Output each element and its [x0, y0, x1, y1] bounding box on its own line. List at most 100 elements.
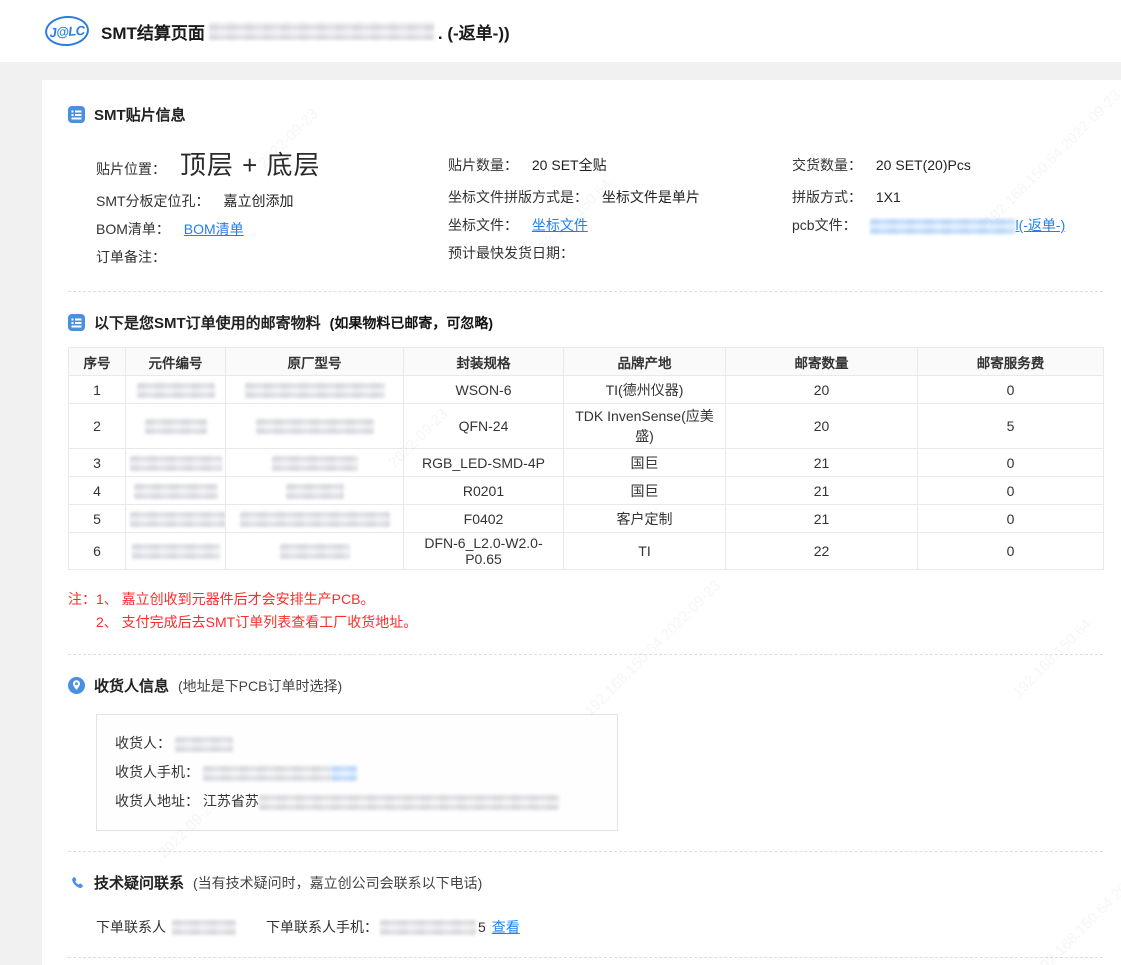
redacted-mpn — [272, 456, 358, 471]
page-title-suffix: . (-返单-)) — [438, 19, 510, 44]
smt-qty-label: 贴片数量： — [448, 157, 518, 173]
cell-mpn — [226, 449, 404, 477]
cell-fee: 0 — [918, 533, 1104, 570]
col-header-mpn: 原厂型号 — [226, 348, 404, 376]
cell-index: 4 — [69, 477, 126, 505]
panel-mode-label: 拼版方式： — [792, 189, 862, 205]
cell-brand: TDK InvenSense(应美盛) — [564, 404, 726, 449]
contact-line: 下单联系人 下单联系人手机： 5 查看 — [96, 917, 1103, 937]
table-row: 1 WSON-6 TI(德州仪器) 20 0 — [69, 376, 1104, 404]
cell-package: DFN-6_L2.0-W2.0-P0.65 — [404, 533, 564, 570]
redacted-mpn — [245, 383, 385, 398]
coord-file-link[interactable]: 坐标文件 — [532, 217, 588, 233]
delivery-qty-label: 交货数量： — [792, 157, 862, 173]
cell-package: R0201 — [404, 477, 564, 505]
cell-partno — [126, 404, 226, 449]
cell-qty: 20 — [726, 376, 918, 404]
materials-title-note: (如果物料已邮寄，可忽略) — [330, 313, 493, 333]
redacted-order-name — [209, 22, 434, 40]
cell-qty: 22 — [726, 533, 918, 570]
red-notes: 注： 1、 嘉立创收到元器件后才会安排生产PCB。 2、 支付完成后去SMT订单… — [68, 588, 1103, 634]
cell-qty: 21 — [726, 477, 918, 505]
table-row: 3 RGB_LED-SMD-4P 国巨 21 0 — [69, 449, 1104, 477]
pcb-file-label: pcb文件： — [792, 217, 857, 233]
cell-index: 1 — [69, 376, 126, 404]
bom-list-link[interactable]: BOM清单 — [184, 221, 244, 237]
materials-header: 以下是您SMT订单使用的邮寄物料 (如果物料已邮寄，可忽略) — [68, 312, 1103, 333]
cell-fee: 5 — [918, 404, 1104, 449]
cell-brand: 客户定制 — [564, 505, 726, 533]
cell-package: RGB_LED-SMD-4P — [404, 449, 564, 477]
redacted-partno — [132, 544, 220, 559]
cell-qty: 21 — [726, 505, 918, 533]
redacted-contact-person — [172, 920, 236, 935]
cell-index: 3 — [69, 449, 126, 477]
page-title: SMT结算页面 . (-返单-)) — [101, 19, 510, 44]
receiver-address-prefix: 江苏省苏 — [203, 793, 259, 809]
redacted-mpn — [286, 484, 344, 499]
divider — [68, 291, 1103, 292]
cell-qty: 20 — [726, 404, 918, 449]
ship-date-label: 预计最快发货日期： — [448, 245, 574, 261]
coord-panel-value: 坐标文件是单片 — [602, 189, 700, 205]
smt-info-col-middle: 贴片数量： 20 SET全贴 坐标文件拼版方式是： 坐标文件是单片 坐标文件： … — [448, 147, 792, 271]
materials-title: 以下是您SMT订单使用的邮寄物料 — [94, 312, 321, 333]
note-line-1: 1、 嘉立创收到元器件后才会安排生产PCB。 — [96, 591, 374, 607]
receiver-title-note: (地址是下PCB订单时选择) — [178, 676, 342, 696]
redacted-partno — [145, 419, 207, 434]
table-row: 5 F0402 客户定制 21 0 — [69, 505, 1104, 533]
col-header-index: 序号 — [69, 348, 126, 376]
cell-fee: 0 — [918, 449, 1104, 477]
panel-mode-value: 1X1 — [876, 189, 901, 205]
table-row: 2 QFN-24 TDK InvenSense(应美盛) 20 5 — [69, 404, 1104, 449]
coord-file-label: 坐标文件： — [448, 217, 518, 233]
settlement-card: SMT贴片信息 贴片位置： 顶层 + 底层 SMT分板定位孔： 嘉立创添加 BO… — [42, 80, 1121, 965]
cell-qty: 21 — [726, 449, 918, 477]
view-phone-link[interactable]: 查看 — [492, 917, 520, 937]
cell-mpn — [226, 404, 404, 449]
cell-package: F0402 — [404, 505, 564, 533]
cell-brand: TI(德州仪器) — [564, 376, 726, 404]
coord-panel-label: 坐标文件拼版方式是： — [448, 189, 588, 205]
cell-package: QFN-24 — [404, 404, 564, 449]
table-row: 4 R0201 国巨 21 0 — [69, 477, 1104, 505]
redacted-mpn — [280, 544, 350, 559]
cell-fee: 0 — [918, 505, 1104, 533]
contact-phone-suffix: 5 — [478, 919, 486, 935]
tech-contact-title-note: (当有技术疑问时，嘉立创公司会联系以下电话) — [193, 873, 482, 893]
top-bar: J@LC SMT结算页面 . (-返单-)) — [0, 0, 1121, 62]
page-background: SMT贴片信息 贴片位置： 顶层 + 底层 SMT分板定位孔： 嘉立创添加 BO… — [0, 62, 1121, 965]
tech-contact-title: 技术疑问联系 — [94, 872, 184, 893]
divider — [68, 851, 1103, 852]
redacted-partno — [137, 383, 215, 398]
cell-index: 2 — [69, 404, 126, 449]
jlc-logo: J@LC — [44, 15, 90, 48]
pcb-file-link[interactable]: l(-返单-) — [1015, 217, 1065, 233]
cell-mpn — [226, 376, 404, 404]
bom-label: BOM清单： — [96, 221, 170, 237]
cell-index: 6 — [69, 533, 126, 570]
cell-brand: 国巨 — [564, 449, 726, 477]
smt-info-col-left: 贴片位置： 顶层 + 底层 SMT分板定位孔： 嘉立创添加 BOM清单： BOM… — [96, 147, 448, 271]
location-pin-icon — [68, 677, 85, 694]
cell-brand: TI — [564, 533, 726, 570]
receiver-box: 收货人： 收货人手机： 收货人地址： 江苏省苏 — [96, 714, 618, 831]
smt-info-title: SMT贴片信息 — [94, 104, 186, 125]
receiver-header: 收货人信息 (地址是下PCB订单时选择) — [68, 675, 1103, 696]
list-form-icon — [68, 106, 85, 123]
panel-hole-value: 嘉立创添加 — [223, 193, 293, 209]
cell-package: WSON-6 — [404, 376, 564, 404]
cell-mpn — [226, 533, 404, 570]
receiver-title: 收货人信息 — [94, 675, 169, 696]
smt-info-header: SMT贴片信息 — [68, 104, 1103, 125]
cell-partno — [126, 376, 226, 404]
col-header-partno: 元件编号 — [126, 348, 226, 376]
redacted-mpn — [240, 512, 390, 527]
cell-index: 5 — [69, 505, 126, 533]
receiver-address-label: 收货人地址： — [115, 793, 199, 809]
tech-contact-header: 技术疑问联系 (当有技术疑问时，嘉立创公司会联系以下电话) — [68, 872, 1103, 893]
list-form-icon — [68, 314, 85, 331]
cell-mpn — [226, 505, 404, 533]
contact-phone-label: 下单联系人手机： — [266, 917, 378, 937]
col-header-fee: 邮寄服务费 — [918, 348, 1104, 376]
